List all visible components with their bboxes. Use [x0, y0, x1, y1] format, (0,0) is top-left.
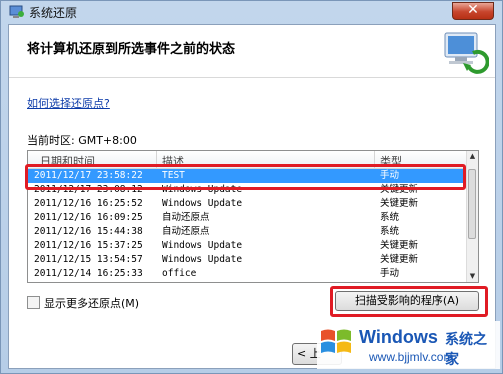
row-type: 系统 [380, 212, 400, 223]
main-panel: 将计算机还原到所选事件之前的状态 如何选择还原点? 当前时区: GMT+8:00… [8, 24, 496, 369]
row-datetime: 2011/12/16 15:37:25 [34, 240, 143, 251]
scrollbar-thumb[interactable] [468, 169, 476, 239]
table-row[interactable]: 2011/12/16 15:37:25 Windows Update 关键更新 [28, 239, 468, 253]
highlight-box [25, 164, 466, 190]
table-row[interactable]: 2011/12/15 13:54:57 Windows Update 关键更新 [28, 253, 468, 267]
title-bar[interactable]: 系统还原 ✕ [1, 1, 502, 23]
row-datetime: 2011/12/15 13:54:57 [34, 254, 143, 265]
row-datetime: 2011/12/16 16:25:52 [34, 198, 143, 209]
row-datetime: 2011/12/16 15:44:38 [34, 226, 143, 237]
highlight-box [330, 286, 488, 317]
scroll-down-icon[interactable]: ▼ [467, 271, 478, 282]
system-restore-window: 系统还原 ✕ 将计算机还原到所选事件之前的状态 如何选择还原点? 当前时区: G… [0, 0, 503, 374]
row-type: 手动 [380, 268, 400, 279]
row-type: 关键更新 [380, 240, 419, 251]
scroll-up-icon[interactable]: ▲ [467, 151, 478, 162]
watermark-brand: Windows [359, 327, 438, 347]
help-link[interactable]: 如何选择还原点? [27, 95, 110, 111]
table-row[interactable]: 2011/12/16 16:09:25 自动还原点 系统 [28, 211, 468, 225]
table-row[interactable]: 2011/12/16 16:25:52 Windows Update 关键更新 [28, 197, 468, 211]
close-icon: ✕ [467, 2, 479, 18]
row-type: 系统 [380, 226, 400, 237]
row-description: Windows Update [162, 254, 243, 265]
show-more-label: 显示更多还原点(M) [44, 297, 140, 310]
table-row[interactable]: 2011/12/16 15:44:38 自动还原点 系统 [28, 225, 468, 239]
row-description: Windows Update [162, 240, 243, 251]
row-type: 关键更新 [380, 198, 419, 209]
show-more-checkbox[interactable]: 显示更多还原点(M) [27, 295, 139, 311]
page-title: 将计算机还原到所选事件之前的状态 [27, 42, 236, 57]
vertical-scrollbar[interactable]: ▲ ▼ [466, 151, 478, 282]
close-button[interactable]: ✕ [452, 2, 494, 20]
checkbox-icon[interactable] [27, 296, 40, 309]
row-description: office [162, 268, 197, 279]
header: 将计算机还原到所选事件之前的状态 [9, 25, 495, 78]
watermark-url: www.bjjmlv.com [369, 350, 454, 364]
row-datetime: 2011/12/14 16:25:33 [34, 268, 143, 279]
window-title: 系统还原 [29, 6, 78, 20]
timezone-label: 当前时区: GMT+8:00 [27, 134, 137, 147]
row-datetime: 2011/12/16 16:09:25 [34, 212, 143, 223]
system-restore-icon [9, 5, 24, 18]
row-description: 自动还原点 [162, 212, 210, 223]
watermark: Windows 系统之家 www.bjjmlv.com [317, 321, 500, 369]
system-restore-icon [444, 32, 489, 74]
windows-logo-icon [321, 329, 351, 353]
table-row[interactable]: 2011/12/14 16:25:33 office 手动 [28, 267, 468, 281]
row-description: 自动还原点 [162, 226, 210, 237]
row-type: 关键更新 [380, 254, 419, 265]
row-description: Windows Update [162, 198, 243, 209]
